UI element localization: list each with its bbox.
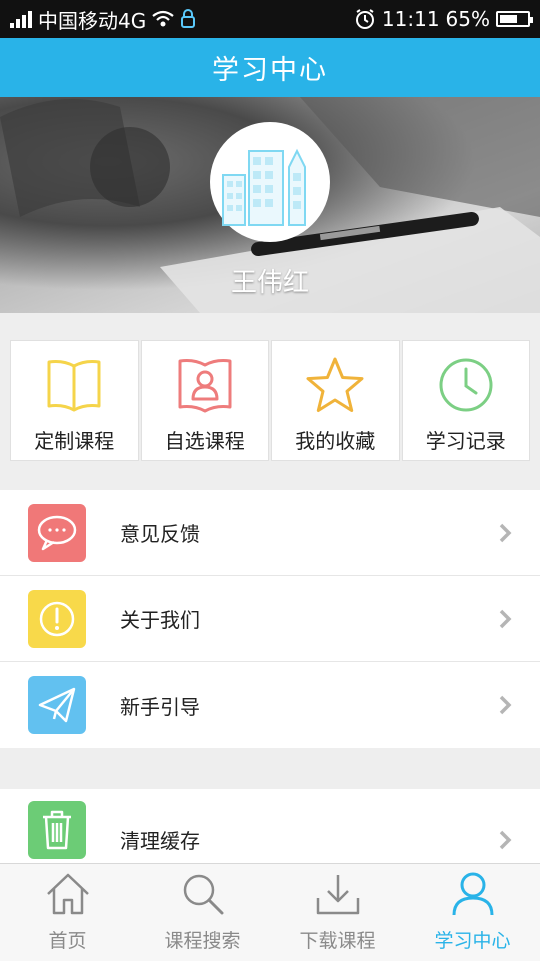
title-bar: 学习中心 <box>0 38 540 97</box>
trash-icon <box>28 801 86 859</box>
quick-action-label: 我的收藏 <box>295 429 376 453</box>
battery-icon <box>496 11 533 27</box>
menu-item-label: 新手引导 <box>120 694 200 719</box>
chevron-right-icon <box>499 695 512 715</box>
page-title: 学习中心 <box>212 55 328 86</box>
clock-time: 11:11 <box>381 7 440 31</box>
tab-label: 课程搜索 <box>164 930 241 952</box>
tab-label: 首页 <box>48 930 87 952</box>
exclamation-icon <box>28 589 86 648</box>
menu-item-beginner-guide[interactable]: 新手引导 <box>0 662 540 748</box>
search-icon <box>179 870 227 918</box>
chat-bubble-icon <box>28 503 86 562</box>
tab-label: 下载课程 <box>299 930 376 952</box>
person-book-icon <box>175 355 235 415</box>
tab-learning-center[interactable]: 学习中心 <box>405 864 540 961</box>
wifi-icon <box>152 10 174 27</box>
username: 王伟红 <box>230 268 309 298</box>
alarm-icon <box>355 9 374 29</box>
settings-menu: 意见反馈 关于我们 新手引导 <box>0 490 540 748</box>
tab-home[interactable]: 首页 <box>0 864 135 961</box>
carrier-label: 中国移动4G <box>38 8 147 33</box>
quick-action-label: 定制课程 <box>34 429 115 453</box>
chevron-right-icon <box>499 830 512 850</box>
chevron-right-icon <box>499 609 512 628</box>
menu-item-label: 清理缓存 <box>120 829 200 853</box>
tab-course-search[interactable]: 课程搜索 <box>135 864 270 961</box>
open-book-icon <box>44 355 104 415</box>
star-icon <box>305 355 365 415</box>
clock-icon <box>436 355 496 415</box>
quick-action-label: 学习记录 <box>425 429 506 453</box>
status-bar: 中国移动4G 11:11 65% <box>0 0 540 38</box>
menu-item-feedback[interactable]: 意见反馈 <box>0 490 540 576</box>
menu-item-label: 关于我们 <box>120 608 200 632</box>
buildings-icon <box>222 148 306 226</box>
tab-download-courses[interactable]: 下载课程 <box>270 864 405 961</box>
quick-actions: 定制课程 自选课程 我的收藏 学习记录 <box>10 340 530 461</box>
chevron-right-icon <box>499 523 512 542</box>
quick-action-study-records[interactable]: 学习记录 <box>401 340 530 461</box>
lock-icon <box>181 9 196 28</box>
battery-percent: 65% <box>445 7 490 31</box>
quick-action-label: 自选课程 <box>164 429 245 453</box>
bottom-tab-bar: 首页 课程搜索 下载课程 学习中心 <box>0 863 540 961</box>
user-icon <box>449 870 497 918</box>
quick-action-elective-courses[interactable]: 自选课程 <box>140 340 269 461</box>
tab-label: 学习中心 <box>434 930 511 952</box>
menu-item-label: 意见反馈 <box>120 522 200 546</box>
quick-action-custom-courses[interactable]: 定制课程 <box>10 340 139 461</box>
download-icon <box>314 870 362 918</box>
signal-icon <box>10 10 32 28</box>
home-icon <box>44 870 92 918</box>
menu-item-about-us[interactable]: 关于我们 <box>0 576 540 662</box>
avatar[interactable] <box>210 122 330 242</box>
quick-action-favorites[interactable]: 我的收藏 <box>271 340 400 461</box>
paper-plane-icon <box>28 676 86 734</box>
